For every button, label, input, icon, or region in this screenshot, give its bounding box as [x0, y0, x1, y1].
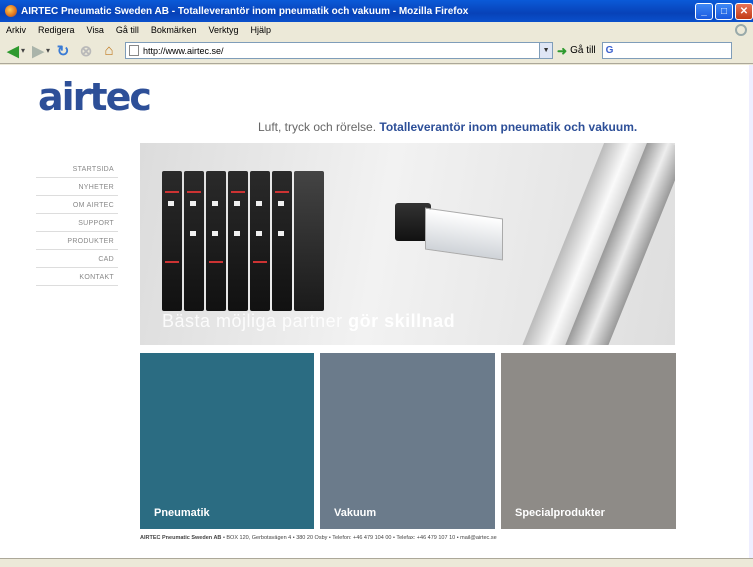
search-input[interactable]: G: [601, 42, 732, 59]
nav-nyheter[interactable]: NYHETER: [36, 178, 118, 196]
close-button[interactable]: ✕: [735, 2, 753, 20]
tile-vakuum-label: Vakuum: [334, 507, 377, 519]
nav-kontakt[interactable]: KONTAKT: [36, 268, 118, 286]
window-title: AIRTEC Pneumatic Sweden AB - Totallevera…: [21, 5, 469, 17]
hero-slogan-light: Bästa möjliga partner: [162, 311, 343, 331]
home-button[interactable]: ⌂: [99, 41, 119, 61]
page-content: airtec Luft, tryck och rörelse. Totallev…: [0, 65, 753, 558]
status-bar: [0, 558, 753, 567]
nav-produkter[interactable]: PRODUKTER: [36, 232, 118, 250]
forward-history-icon[interactable]: ▾: [46, 46, 50, 55]
menu-bokmarken[interactable]: Bokmärken: [145, 25, 203, 35]
go-arrow-icon: ➜: [557, 43, 568, 58]
back-history-icon[interactable]: ▾: [21, 46, 25, 55]
tile-specialprodukter-label: Specialprodukter: [515, 507, 605, 519]
airtec-logo[interactable]: airtec: [38, 75, 152, 119]
solenoid-valve-image: [395, 203, 505, 263]
logo-text: airtec: [38, 75, 152, 119]
stop-button[interactable]: ⊗: [76, 41, 96, 61]
nav-om-airtec[interactable]: OM AIRTEC: [36, 196, 118, 214]
maximize-button[interactable]: □: [715, 2, 733, 20]
tile-pneumatik-label: Pneumatik: [154, 507, 210, 519]
menu-visa[interactable]: Visa: [81, 25, 110, 35]
tagline: Luft, tryck och rörelse. Totalleverantör…: [258, 120, 637, 134]
tile-pneumatik[interactable]: Pneumatik: [140, 353, 314, 529]
nav-startsida[interactable]: STARTSIDA: [36, 160, 118, 178]
footer-company: AIRTEC Pneumatic Sweden AB: [140, 535, 222, 541]
menu-hjalp[interactable]: Hjälp: [244, 25, 277, 35]
minimize-button[interactable]: _: [695, 2, 713, 20]
title-bar: AIRTEC Pneumatic Sweden AB - Totallevera…: [0, 0, 753, 22]
firefox-icon: [5, 5, 17, 17]
nav-support[interactable]: SUPPORT: [36, 214, 118, 232]
browser-window: AIRTEC Pneumatic Sweden AB - Totallevera…: [0, 0, 753, 567]
menu-arkiv[interactable]: Arkiv: [0, 25, 32, 35]
url-dropdown-icon[interactable]: ▼: [539, 42, 554, 59]
side-navigation: STARTSIDA NYHETER OM AIRTEC SUPPORT PROD…: [36, 160, 118, 286]
hero-slogan-strong: gör skillnad: [348, 311, 456, 331]
throbber-icon: [735, 24, 747, 36]
search-engine-icon: G: [605, 45, 614, 56]
menu-verktyg[interactable]: Verktyg: [202, 25, 244, 35]
menu-ga-till[interactable]: Gå till: [110, 25, 145, 35]
address-bar[interactable]: http://www.airtec.se/: [125, 42, 541, 59]
hero-banner: Bästa möjliga partner gör skillnad: [140, 143, 675, 345]
footer-contact: • BOX 120, Gerbotavägen 4 • 380 20 Osby …: [222, 535, 497, 541]
go-button[interactable]: ➜ Gå till: [557, 44, 596, 58]
nav-cad[interactable]: CAD: [36, 250, 118, 268]
address-text: http://www.airtec.se/: [143, 45, 224, 56]
page-footer: AIRTEC Pneumatic Sweden AB • BOX 120, Ge…: [140, 535, 675, 541]
forward-button[interactable]: ▶: [28, 41, 48, 61]
tile-vakuum[interactable]: Vakuum: [320, 353, 495, 529]
page-icon: [129, 45, 140, 56]
valve-manifold-image: [162, 171, 332, 311]
hero-slogan: Bästa möjliga partner gör skillnad: [162, 311, 455, 332]
menu-bar: Arkiv Redigera Visa Gå till Bokmärken Ve…: [0, 22, 753, 38]
vertical-scrollbar[interactable]: [749, 65, 753, 558]
tagline-strong: Totalleverantör inom pneumatik och vakuu…: [379, 120, 638, 134]
tile-specialprodukter[interactable]: Specialprodukter: [501, 353, 676, 529]
menu-redigera[interactable]: Redigera: [32, 25, 81, 35]
reload-button[interactable]: ↻: [53, 41, 73, 61]
go-label: Gå till: [570, 45, 596, 56]
back-button[interactable]: ◀: [3, 41, 23, 61]
tagline-light: Luft, tryck och rörelse.: [258, 120, 377, 134]
navigation-toolbar: ◀ ▾ ▶ ▾ ↻ ⊗ ⌂ http://www.airtec.se/ ▼ ➜ …: [0, 38, 753, 64]
